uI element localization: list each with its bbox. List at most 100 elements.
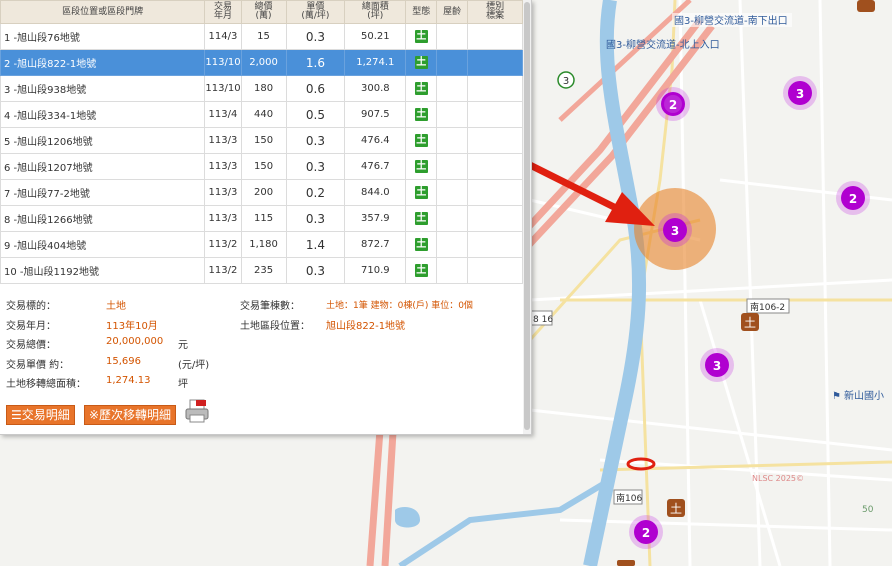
land-marker[interactable]: [857, 0, 875, 12]
area-label: 土地移轉總面積：: [6, 379, 86, 390]
table-row[interactable]: 1 -旭山段76地號 114/3 15 0.3 50.21 土: [0, 23, 523, 50]
route3-shield: 3: [563, 76, 569, 87]
location-label: 土地區段位置：: [240, 321, 310, 332]
cluster-marker[interactable]: 3: [783, 76, 817, 110]
table-row[interactable]: 3 -旭山段938地號 113/10 180 0.6 300.8 土: [0, 75, 523, 102]
cell-type: 土: [405, 127, 438, 154]
land-type-icon: 土: [414, 30, 428, 43]
total-value: 20,000,000: [106, 336, 164, 347]
table-row[interactable]: 7 -旭山段77-2地號 113/3 200 0.2 844.0 土: [0, 179, 523, 206]
cell-type: 土: [405, 23, 438, 50]
date-label: 交易年月：: [6, 321, 56, 332]
cell-total: 150: [240, 153, 287, 180]
cell-address: 6 -旭山段1207地號: [0, 153, 206, 180]
cell-area: 50.21: [344, 23, 407, 50]
cell-total: 200: [240, 179, 287, 206]
land-marker[interactable]: 土: [741, 313, 759, 331]
cell-date: 113/3: [204, 153, 242, 180]
land-type-icon: 土: [414, 56, 428, 69]
cell-area: 357.9: [344, 205, 407, 232]
transaction-detail-button[interactable]: ☰交易明細: [6, 405, 75, 425]
land-type-icon: 土: [414, 134, 428, 147]
date-value: 113年10月: [106, 321, 158, 332]
interchange-south-label: 國3-柳營交流道-南下出口: [674, 14, 788, 27]
cell-type: 土: [405, 257, 438, 284]
cell-date: 114/3: [204, 23, 242, 50]
cell-area: 710.9: [344, 257, 407, 284]
list-icon: ☰: [11, 408, 22, 422]
cell-unit-price: 1.4: [285, 231, 346, 258]
cell-unit-price: 1.6: [285, 49, 346, 76]
cell-address: 8 -旭山段1266地號: [0, 205, 206, 232]
interchange-north-label: 國3-柳營交流道-北上入口: [606, 38, 720, 51]
cell-age: [436, 153, 469, 180]
cell-age: [436, 23, 469, 50]
cell-special: [467, 101, 523, 128]
cluster-marker[interactable]: 2: [656, 87, 690, 121]
print-pdf-icon[interactable]: [184, 399, 210, 423]
header-address: 區段位置或區段門牌: [0, 0, 206, 24]
cell-unit-price: 0.5: [285, 101, 346, 128]
table-row[interactable]: 4 -旭山段334-1地號 113/4 440 0.5 907.5 土: [0, 101, 523, 128]
header-age: 屋齡: [436, 0, 469, 24]
cell-type: 土: [405, 179, 438, 206]
svg-text:3: 3: [713, 359, 721, 373]
table-row[interactable]: 5 -旭山段1206地號 113/3 150 0.3 476.4 土: [0, 127, 523, 154]
road-label-16: 8 16: [533, 315, 553, 325]
cell-unit-price: 0.3: [285, 257, 346, 284]
cell-unit-price: 0.3: [285, 153, 346, 180]
cell-total: 180: [240, 75, 287, 102]
land-type-icon: 土: [414, 212, 428, 225]
cell-area: 300.8: [344, 75, 407, 102]
cell-area: 1,274.1: [344, 49, 407, 76]
cell-date: 113/2: [204, 231, 242, 258]
svg-text:3: 3: [796, 87, 804, 101]
cell-age: [436, 127, 469, 154]
table-row[interactable]: 9 -旭山段404地號 113/2 1,180 1.4 872.7 土: [0, 231, 523, 258]
cell-special: [467, 231, 523, 258]
cluster-marker-selected[interactable]: 3: [658, 213, 692, 247]
transaction-detail-label: 交易明細: [21, 408, 70, 422]
table-header: 區段位置或區段門牌 交易 年月 總價 (萬) 單價 (萬/坪) 總面積 (坪) …: [0, 0, 523, 24]
total-label: 交易總價：: [6, 340, 56, 351]
land-marker[interactable]: [617, 560, 635, 566]
school-label: 新山國小: [844, 389, 884, 402]
cell-address: 3 -旭山段938地號: [0, 75, 206, 102]
scrollbar-thumb[interactable]: [524, 2, 530, 430]
unit-price-unit: (元/坪): [178, 360, 210, 371]
cell-address: 5 -旭山段1206地號: [0, 127, 206, 154]
cell-date: 113/2: [204, 257, 242, 284]
cell-total: 2,000: [240, 49, 287, 76]
cluster-marker[interactable]: 3: [700, 348, 734, 382]
cell-type: 土: [405, 205, 438, 232]
cell-age: [436, 257, 469, 284]
transaction-table: 區段位置或區段門牌 交易 年月 總價 (萬) 單價 (萬/坪) 總面積 (坪) …: [0, 0, 523, 284]
cell-special: [467, 75, 523, 102]
road-label-106-2: 南106-2: [750, 301, 785, 313]
cell-special: [467, 257, 523, 284]
table-row-selected[interactable]: 2 -旭山段822-1地號 113/10 2,000 1.6 1,274.1 土: [0, 49, 523, 76]
transfer-history-button[interactable]: ※歷次移轉明細: [84, 405, 177, 425]
map-watermark: NLSC 2025©: [752, 474, 804, 483]
transaction-details: 交易標的： 土地 交易年月： 113年10月 交易總價： 20,000,000 …: [0, 290, 523, 430]
cell-unit-price: 0.3: [285, 23, 346, 50]
cluster-marker[interactable]: 2: [629, 515, 663, 549]
header-area: 總面積 (坪): [344, 0, 407, 24]
transfer-history-label: ※歷次移轉明細: [89, 408, 172, 422]
land-marker[interactable]: 土: [667, 499, 685, 517]
target-label: 交易標的：: [6, 301, 56, 312]
cell-date: 113/10: [204, 49, 242, 76]
cell-date: 113/4: [204, 101, 242, 128]
header-total: 總價 (萬): [240, 0, 287, 24]
cluster-marker[interactable]: 2: [836, 181, 870, 215]
cell-total: 440: [240, 101, 287, 128]
table-row[interactable]: 6 -旭山段1207地號 113/3 150 0.3 476.7 土: [0, 153, 523, 180]
cell-address: 9 -旭山段404地號: [0, 231, 206, 258]
table-row[interactable]: 10 -旭山段1192地號 113/2 235 0.3 710.9 土: [0, 257, 523, 284]
cell-type: 土: [405, 75, 438, 102]
table-row[interactable]: 8 -旭山段1266地號 113/3 115 0.3 357.9 土: [0, 205, 523, 232]
cell-type: 土: [405, 49, 438, 76]
cell-total: 15: [240, 23, 287, 50]
cell-area: 476.7: [344, 153, 407, 180]
count-value: 土地：1筆 建物：0棟(戶) 車位：0個: [326, 301, 473, 311]
